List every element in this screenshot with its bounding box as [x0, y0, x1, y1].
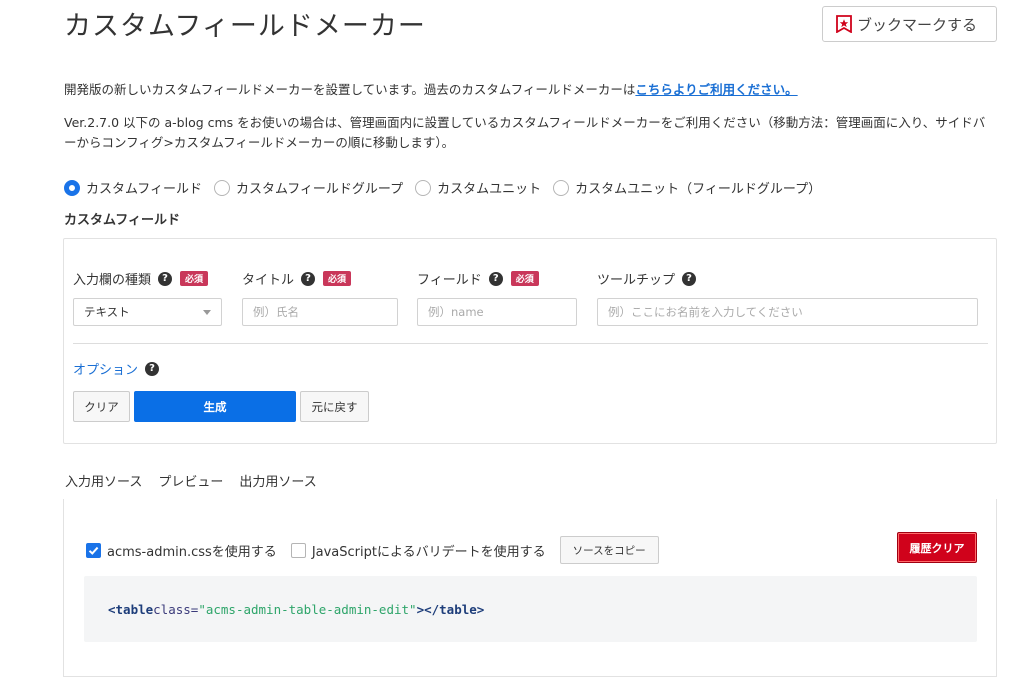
- radio-icon: [553, 179, 570, 196]
- type-select[interactable]: テキスト: [73, 298, 222, 326]
- field-input[interactable]: 例）name: [417, 298, 577, 326]
- divider: [73, 343, 988, 344]
- tab-preview[interactable]: プレビュー: [150, 467, 231, 502]
- option-toggle[interactable]: オプション ?: [73, 359, 160, 378]
- copy-source-button[interactable]: ソースをコピー: [559, 536, 659, 564]
- mode-radio-group: カスタムフィールド カスタムフィールドグループ カスタムユニット カスタムユニッ…: [64, 178, 833, 197]
- required-badge: 必須: [510, 271, 539, 286]
- tab-input-source[interactable]: 入力用ソース: [63, 467, 151, 502]
- mode-custom-unit-field-group[interactable]: カスタムユニット（フィールドグループ）: [553, 178, 821, 197]
- tab-output-source[interactable]: 出力用ソース: [231, 467, 324, 502]
- mode-label: カスタムユニット: [437, 182, 542, 197]
- option-label: オプション: [73, 363, 139, 378]
- help-icon[interactable]: ?: [682, 271, 697, 286]
- tooltip-field-header: ツールチップ ?: [597, 269, 697, 288]
- mode-label: カスタムユニット（フィールドグループ）: [575, 182, 822, 197]
- field-name-header: フィールド ? 必須: [417, 269, 539, 288]
- mode-custom-unit[interactable]: カスタムユニット: [415, 178, 541, 197]
- legacy-maker-link[interactable]: こちらよりご利用ください。: [635, 82, 797, 97]
- help-icon[interactable]: ?: [145, 361, 160, 376]
- tooltip-input[interactable]: 例）ここにお名前を入力してください: [597, 298, 978, 326]
- type-label: 入力欄の種類: [73, 273, 152, 288]
- page-title: カスタムフィールドメーカー: [64, 11, 426, 42]
- required-badge: 必須: [180, 271, 209, 286]
- title-field-header: タイトル ? 必須: [242, 269, 352, 288]
- radio-icon: [213, 179, 230, 196]
- clear-history-button[interactable]: 履歴クリア: [897, 532, 977, 563]
- mode-custom-field[interactable]: カスタムフィールド: [64, 178, 202, 197]
- checkbox-checked-icon: [86, 542, 101, 558]
- title-input[interactable]: 例）氏名: [242, 298, 398, 326]
- generate-button[interactable]: 生成: [134, 391, 296, 422]
- tooltip-label: ツールチップ: [597, 273, 676, 288]
- help-icon[interactable]: ?: [158, 271, 173, 286]
- source-options: acms-admin.cssを使用する JavaScriptによるバリデートを使…: [86, 536, 659, 564]
- intro-text-body: 開発版の新しいカスタムフィールドメーカーを設置しています。過去のカスタムフィール…: [64, 82, 636, 97]
- type-field-header: 入力欄の種類 ? 必須: [73, 269, 209, 288]
- undo-button[interactable]: 元に戻す: [300, 391, 369, 422]
- type-select-value: テキスト: [84, 305, 130, 319]
- section-title: カスタムフィールド: [64, 213, 180, 228]
- version-note: Ver.2.7.0 以下の a-blog cms をお使いの場合は、管理画面内に…: [64, 115, 986, 150]
- field-form-panel: 入力欄の種類 ? 必須 タイトル ? 必須 フィールド ? 必須 ツールチップ …: [63, 238, 997, 444]
- bookmark-label: ブックマークする: [857, 15, 978, 34]
- use-js-validate-checkbox[interactable]: JavaScriptによるバリデートを使用する: [290, 541, 546, 560]
- title-label: タイトル: [242, 273, 295, 288]
- use-js-validate-label: JavaScriptによるバリデートを使用する: [311, 544, 546, 560]
- help-icon[interactable]: ?: [301, 271, 316, 286]
- bookmark-star-icon: [835, 15, 853, 33]
- required-badge: 必須: [323, 271, 352, 286]
- chevron-down-icon: [203, 310, 211, 315]
- checkbox-icon: [290, 542, 306, 558]
- use-admin-css-checkbox[interactable]: acms-admin.cssを使用する: [86, 541, 277, 560]
- source-code-block: <table class= "acms-admin-table-admin-edi…: [84, 576, 977, 642]
- mode-label: カスタムフィールド: [86, 182, 202, 197]
- source-panel: acms-admin.cssを使用する JavaScriptによるバリデートを使…: [63, 499, 997, 677]
- code-attr-name: class=: [153, 601, 199, 617]
- field-label: フィールド: [417, 273, 482, 288]
- code-open-tag: <table: [108, 601, 154, 617]
- clear-button[interactable]: クリア: [73, 391, 130, 422]
- bookmark-button[interactable]: ブックマークする: [822, 6, 997, 42]
- code-attr-value: "acms-admin-table-admin-edit": [198, 601, 417, 617]
- mode-custom-field-group[interactable]: カスタムフィールドグループ: [213, 178, 404, 197]
- code-close-tag: ></table>: [416, 601, 485, 617]
- use-admin-css-label: acms-admin.cssを使用する: [107, 544, 277, 560]
- intro-text: 開発版の新しいカスタムフィールドメーカーを設置しています。過去のカスタムフィール…: [64, 79, 798, 98]
- source-tabs: 入力用ソース プレビュー 出力用ソース: [63, 467, 325, 502]
- mode-label: カスタムフィールドグループ: [235, 182, 404, 197]
- help-icon[interactable]: ?: [488, 271, 503, 286]
- radio-checked-icon: [64, 179, 80, 196]
- radio-icon: [415, 179, 432, 196]
